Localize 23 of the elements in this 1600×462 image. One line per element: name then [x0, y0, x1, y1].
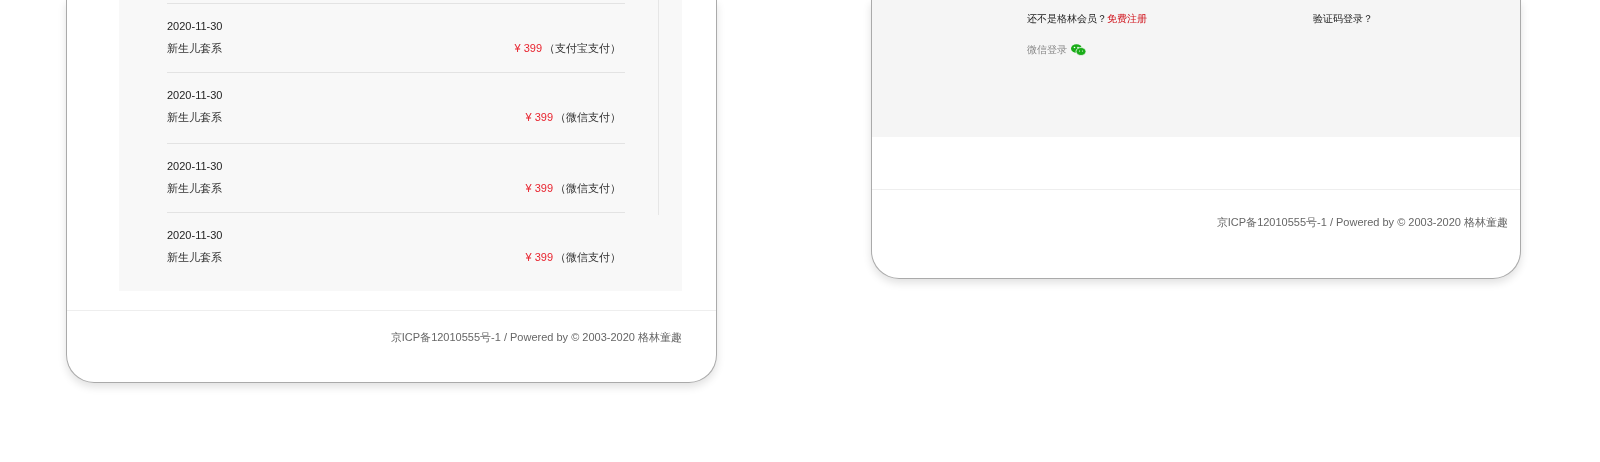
order-price: ¥ 399: [514, 41, 542, 56]
order-date: 2020-11-30: [167, 228, 224, 243]
payment-method: （微信支付）: [555, 250, 621, 265]
order-name: 新生儿套系: [167, 110, 222, 125]
chat-bubbles-icon[interactable]: [1071, 43, 1086, 56]
order-name: 新生儿套系: [167, 250, 222, 265]
code-login-link[interactable]: 验证码登录？: [1313, 11, 1373, 26]
order-name: 新生儿套系: [167, 41, 222, 56]
order-date: 2020-11-30: [167, 88, 224, 103]
order-price: ¥ 399: [525, 181, 553, 196]
wechat-login-link[interactable]: 微信登录: [1027, 42, 1067, 57]
register-link[interactable]: 免费注册: [1107, 11, 1147, 26]
order-name: 新生儿套系: [167, 181, 222, 196]
order-date: 2020-11-30: [167, 19, 224, 34]
payment-method: （微信支付）: [555, 181, 621, 196]
order-price: ¥ 399: [525, 110, 553, 125]
payment-method: （微信支付）: [555, 110, 621, 125]
order-date: 2020-11-30: [167, 159, 224, 174]
footer-text: 京ICP备12010555号-1 / Powered by © 2003-2020 格林童趣: [1216, 215, 1508, 230]
register-prompt: 还不是格林会员？: [1027, 12, 1107, 26]
order-price: ¥ 399: [525, 250, 553, 265]
footer-text: 京ICP备12010555号-1 / Powered by © 2003-2020 格林童趣: [390, 330, 682, 345]
payment-method: （支付宝支付）: [544, 41, 621, 56]
